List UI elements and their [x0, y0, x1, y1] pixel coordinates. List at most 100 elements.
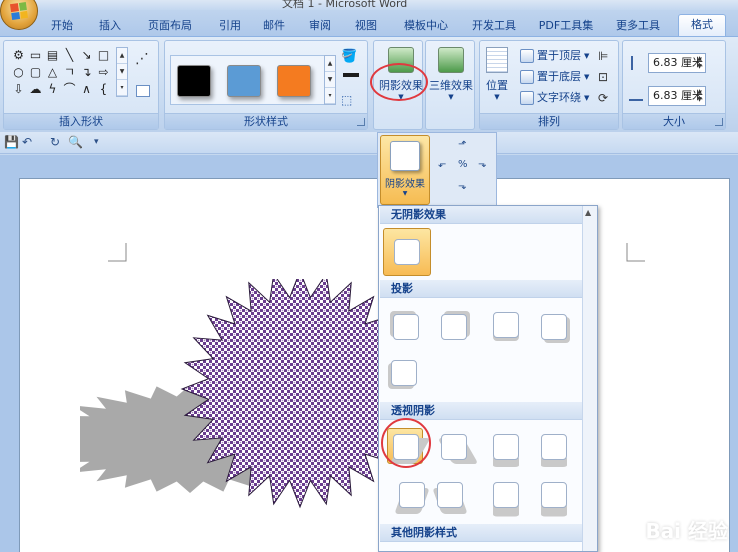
scroll-up-icon[interactable]: ▲ — [325, 56, 335, 72]
fill-color-icon[interactable]: 🪣 — [341, 49, 357, 64]
shadow-option-drop-2[interactable] — [435, 308, 471, 344]
shadow-option-drop-3[interactable] — [487, 306, 523, 342]
tile-square — [441, 434, 467, 460]
scroll-down-icon[interactable]: ▼ — [117, 64, 127, 80]
rounded-rect-shape-icon[interactable]: ▢ — [27, 64, 44, 81]
tab-format[interactable]: 格式 — [678, 14, 726, 36]
send-back-label: 置于底层 — [537, 70, 581, 83]
highlight-ring-ribbon — [370, 63, 428, 101]
nudge-shadow-down-icon[interactable]: ⬎ — [458, 181, 466, 192]
tab-insert[interactable]: 插入 — [94, 16, 126, 36]
group-objects-icon[interactable]: ⊡ — [598, 70, 608, 84]
tile-square — [541, 314, 567, 340]
tab-pdf-tools[interactable]: PDF工具集 — [535, 16, 597, 36]
shape-style-black[interactable] — [177, 65, 211, 97]
shape-style-orange[interactable] — [277, 65, 311, 97]
shadow-option-none[interactable] — [383, 228, 431, 276]
edit-shape-icon[interactable]: ⋰ — [135, 51, 149, 67]
freeform-shape-icon[interactable]: ∧ — [78, 81, 95, 98]
arc-shape-icon[interactable]: ⌒ — [61, 81, 78, 98]
shadow-option-perspective-7[interactable] — [487, 476, 523, 517]
shadow-option-drop-5[interactable] — [385, 354, 421, 390]
rotate-icon[interactable]: ⟳ — [598, 91, 608, 105]
scroll-down-icon[interactable]: ▼ — [325, 72, 335, 88]
tile-square — [393, 314, 419, 340]
change-shape-icon[interactable]: ⬚ — [341, 93, 352, 107]
align-icon[interactable]: ⊫ — [598, 49, 608, 63]
tab-template-center[interactable]: 模板中心 — [398, 16, 454, 36]
tab-review[interactable]: 审阅 — [304, 16, 336, 36]
spinner-arrows-icon[interactable]: ▲ ▼ — [695, 88, 704, 104]
dropdown-scrollbar[interactable]: ▲ — [582, 206, 597, 551]
redo-icon[interactable]: ↻ — [50, 135, 60, 149]
document-page[interactable] — [19, 178, 730, 552]
draw-textbox-icon[interactable] — [136, 85, 150, 97]
tab-view[interactable]: 视图 — [350, 16, 382, 36]
arrow-line-shape-icon[interactable]: ↘ — [78, 47, 95, 64]
line-shape-icon[interactable]: ╲ — [61, 47, 78, 64]
oval-shape-icon[interactable]: ○ — [10, 64, 27, 81]
tab-mailings[interactable]: 邮件 — [258, 16, 290, 36]
triangle-shape-icon[interactable]: △ — [44, 64, 61, 81]
starburst-shape[interactable] — [80, 279, 400, 539]
bring-to-front-button[interactable]: 置于顶层 ▼ — [520, 47, 589, 65]
save-icon[interactable]: 💾 — [4, 135, 19, 149]
more-icon[interactable]: ▾ — [325, 88, 335, 104]
line-color-icon[interactable] — [343, 73, 359, 77]
textbox-shape-icon[interactable]: ▭ — [27, 47, 44, 64]
shape-style-scroll[interactable]: ▲ ▼ ▾ — [324, 55, 336, 105]
dialog-launcher-icon[interactable] — [357, 118, 365, 126]
customize-qat-icon[interactable]: ▾ — [94, 137, 99, 147]
shadow-option-perspective-6[interactable] — [431, 476, 468, 514]
right-arrow-shape-icon[interactable]: ⇨ — [95, 64, 112, 81]
shadow-option-perspective-8[interactable] — [535, 476, 571, 517]
group-label-arrange: 排列 — [480, 113, 618, 129]
text-wrap-button[interactable]: 文字环绕 ▼ — [520, 89, 589, 107]
shadow-option-perspective-2[interactable] — [435, 428, 479, 464]
chevron-down-icon: ▼ — [584, 52, 590, 60]
shape-style-blue[interactable] — [227, 65, 261, 97]
position-button[interactable]: 位置 ▼ — [478, 41, 516, 101]
print-preview-icon[interactable]: 🔍 — [68, 135, 83, 149]
height-spinner[interactable]: 6.83 厘米 ▲ ▼ — [648, 53, 706, 73]
elbow-connector-shape-icon[interactable]: ㄱ — [61, 64, 78, 81]
tab-developer[interactable]: 开发工具 — [466, 16, 522, 36]
shadow-option-drop-4[interactable] — [535, 308, 571, 344]
gear-shape-icon[interactable]: ⚙ — [10, 47, 27, 64]
title-bar: 文档 1 - Microsoft Word — [0, 0, 738, 10]
undo-icon[interactable]: ↶ — [22, 135, 32, 149]
down-arrow-shape-icon[interactable]: ⇩ — [10, 81, 27, 98]
more-icon[interactable]: ▾ — [117, 80, 127, 96]
3d-effects-button[interactable]: 三维效果 ▼ — [425, 41, 477, 101]
shadow-option-perspective-3[interactable] — [487, 428, 523, 467]
shadow-effects-big-button[interactable]: 阴影效果 ▼ — [380, 135, 430, 205]
send-to-back-button[interactable]: 置于底层 ▼ — [520, 68, 589, 86]
cloud-callout-shape-icon[interactable]: ☁ — [27, 81, 44, 98]
scroll-up-icon[interactable]: ▲ — [585, 208, 591, 217]
width-spinner[interactable]: 6.83 厘米 ▲ ▼ — [648, 86, 706, 106]
spinner-arrows-icon[interactable]: ▲ ▼ — [695, 55, 704, 71]
tab-home[interactable]: 开始 — [46, 16, 78, 36]
shadow-on-off-icon[interactable]: % — [458, 159, 468, 170]
rectangle-shape-icon[interactable]: □ — [95, 47, 112, 64]
dialog-launcher-icon[interactable] — [715, 118, 723, 126]
nudge-shadow-up-icon[interactable]: ⬏ — [458, 139, 466, 150]
brace-shape-icon[interactable]: { — [95, 81, 112, 98]
lightning-shape-icon[interactable]: ϟ — [44, 81, 61, 98]
tile-square — [493, 482, 519, 508]
tab-references[interactable]: 引用 — [214, 16, 246, 36]
tab-page-layout[interactable]: 页面布局 — [142, 16, 198, 36]
shadow-option-perspective-5[interactable] — [393, 476, 430, 514]
nudge-shadow-right-icon[interactable]: ⬎ — [478, 159, 486, 170]
shape-gallery[interactable]: ⚙ ▭ ▤ ╲ ↘ □ ○ ▢ △ ㄱ ↴ ⇨ ⇩ ☁ ϟ ⌒ ∧ { — [10, 47, 112, 98]
tab-more-tools[interactable]: 更多工具 — [610, 16, 666, 36]
shadow-option-perspective-4[interactable] — [535, 428, 571, 467]
section-no-shadow: 无阴影效果 — [380, 206, 582, 224]
shape-gallery-scroll[interactable]: ▲ ▼ ▾ — [116, 47, 128, 97]
elbow-arrow-shape-icon[interactable]: ↴ — [78, 64, 95, 81]
textbox-vertical-shape-icon[interactable]: ▤ — [44, 47, 61, 64]
position-label: 位置 — [486, 79, 508, 92]
nudge-shadow-left-icon[interactable]: ⬐ — [438, 159, 446, 170]
scroll-up-icon[interactable]: ▲ — [117, 48, 127, 64]
shadow-option-drop-1[interactable] — [387, 308, 423, 344]
